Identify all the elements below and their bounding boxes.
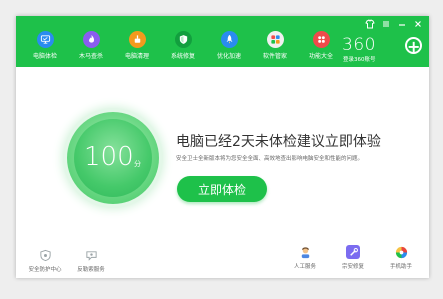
nav-item-all-features[interactable]: 功能大全 xyxy=(298,26,344,66)
minimize-icon[interactable] xyxy=(397,19,407,29)
menu-icon[interactable] xyxy=(381,19,391,29)
shield-icon xyxy=(174,31,192,48)
footer-item-human-service[interactable]: 人工服务 xyxy=(285,245,325,270)
footer-item-repair[interactable]: 宗安修复 xyxy=(333,245,373,270)
nav-label: 功能大全 xyxy=(308,53,333,60)
flame-icon xyxy=(82,31,100,48)
footer-item-security-center[interactable]: 安全防护中心 xyxy=(25,248,65,273)
repair-tool-icon xyxy=(346,245,360,259)
start-checkup-button[interactable]: 立即体检 xyxy=(177,176,267,202)
nav-label: 木马查杀 xyxy=(78,53,103,60)
footer-right: 人工服务 宗安修复 手机助手 xyxy=(285,245,421,270)
top-toolbar: 电脑体检 木马查杀 电脑清理 系统修复 优化加速 软件管家 功能大全 360 +… xyxy=(16,16,429,67)
nav-item-speedup[interactable]: 优化加速 xyxy=(206,26,252,66)
status-description: 安全卫士全新版本将为您安全全面、高效地查出影响电脑安全和性能的问题。 xyxy=(176,156,364,162)
app-window: 电脑体检 木马查杀 电脑清理 系统修复 优化加速 软件管家 功能大全 360 +… xyxy=(16,16,429,278)
footer-left: 安全防护中心 反勒索服务 xyxy=(25,248,111,273)
rocket-icon xyxy=(220,31,238,48)
login-link[interactable]: 登录360账号 xyxy=(343,55,376,63)
phone-assistant-icon xyxy=(394,245,408,259)
nav-label: 软件管家 xyxy=(262,53,287,60)
shirt-icon[interactable] xyxy=(365,19,375,29)
main-nav: 电脑体检 木马查杀 电脑清理 系统修复 优化加速 软件管家 功能大全 xyxy=(22,26,344,66)
nav-label: 电脑体检 xyxy=(32,53,57,60)
broom-icon xyxy=(128,31,146,48)
footer-label: 安全防护中心 xyxy=(28,267,62,273)
score-unit: 分 xyxy=(134,160,141,168)
apps-icon xyxy=(312,31,330,48)
nav-label: 系统修复 xyxy=(170,53,195,60)
chat-shield-icon xyxy=(84,248,98,262)
nav-item-software-manager[interactable]: 软件管家 xyxy=(252,26,298,66)
score-inner: 100 分 xyxy=(74,119,152,197)
footer-label: 人工服务 xyxy=(293,264,316,270)
footer-label: 反勒索服务 xyxy=(77,267,105,273)
monitor-check-icon xyxy=(36,31,54,48)
footer-item-anti-ransomware[interactable]: 反勒索服务 xyxy=(71,248,111,273)
score-circle: 100 分 xyxy=(67,112,159,204)
window-controls xyxy=(365,18,423,30)
software-grid-icon xyxy=(266,31,284,48)
footer-item-phone-assistant[interactable]: 手机助手 xyxy=(381,245,421,270)
plus-icon[interactable]: + xyxy=(405,37,422,55)
nav-item-trojan-scan[interactable]: 木马查杀 xyxy=(68,26,114,66)
nav-item-system-repair[interactable]: 系统修复 xyxy=(160,26,206,66)
nav-label: 优化加速 xyxy=(216,53,241,60)
brand-area: 360 + 登录360账号 xyxy=(342,37,422,65)
status-headline: 电脑已经2天未体检建议立即体验 xyxy=(176,134,381,150)
score-value: 100 xyxy=(84,142,134,172)
footer-label: 宗安修复 xyxy=(341,264,364,270)
shield-eye-icon xyxy=(38,248,52,262)
person-service-icon xyxy=(298,245,312,259)
nav-item-cleanup[interactable]: 电脑清理 xyxy=(114,26,160,66)
nav-item-checkup[interactable]: 电脑体检 xyxy=(22,26,68,66)
logo-360: 360 xyxy=(342,35,376,55)
nav-label: 电脑清理 xyxy=(124,53,149,60)
footer-label: 手机助手 xyxy=(389,264,412,270)
close-icon[interactable] xyxy=(413,19,423,29)
